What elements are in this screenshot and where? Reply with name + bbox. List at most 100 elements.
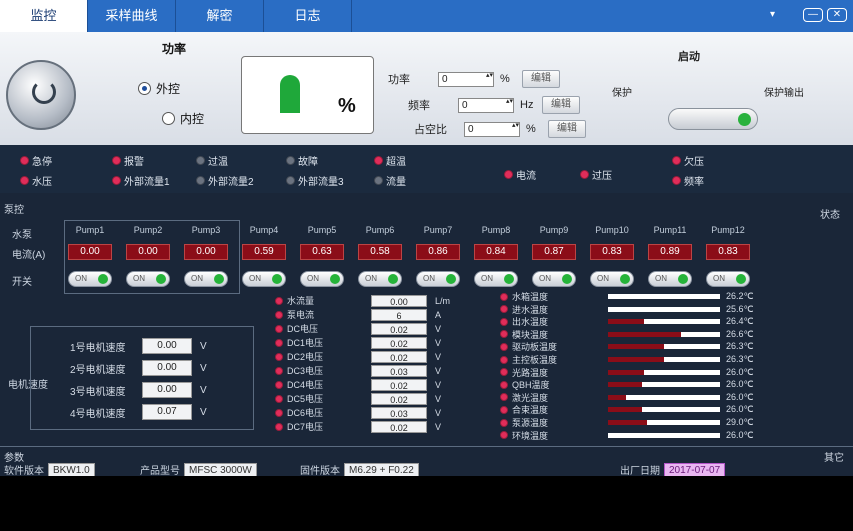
motor-speed-label: 1号电机速度 [70, 342, 126, 354]
alarm-lamp-icon [20, 156, 29, 165]
reading-value: 0.02 [371, 378, 427, 391]
pump-name-9: Pump9 [539, 225, 569, 235]
tab-decrypt[interactable]: 解密 [176, 0, 264, 32]
reading-row: DC6电压 0.03 V [275, 406, 455, 419]
reading-unit: V [435, 379, 442, 390]
temperature-bar [608, 432, 720, 438]
pump-switch-7[interactable]: ON [416, 271, 460, 287]
close-button[interactable]: ✕ [827, 8, 847, 22]
temperature-row: 泵源温度 29.0℃ [500, 416, 770, 429]
light-external-flow-3: 外部流量3 [286, 173, 344, 188]
temperature-name: 驱动板温度 [512, 342, 558, 353]
reading-row: DC7电压 0.02 V [275, 420, 455, 433]
motor-speed-row: 4号电机速度 0.07 V [70, 404, 207, 420]
reading-value: 0.02 [371, 392, 427, 405]
tab-monitor[interactable]: 监控 [0, 0, 88, 32]
reading-value: 0.03 [371, 406, 427, 419]
tab-sampling-curve[interactable]: 采样曲线 [88, 0, 176, 32]
radio-internal-label: 内控 [180, 112, 205, 126]
power-setting-input[interactable]: 0 [438, 71, 494, 87]
firmware-version-label: 固件版本 [300, 466, 340, 477]
pump-switch-2[interactable]: ON [126, 271, 170, 287]
temperature-bar [608, 306, 720, 312]
start-toggle[interactable] [668, 108, 758, 130]
alarm-lamp-icon [672, 176, 681, 185]
temperature-bar [608, 344, 720, 350]
temperature-value: 26.2℃ [726, 291, 754, 301]
pump-current-9: 0.87 [532, 244, 576, 260]
motor-speed-label: 3号电机速度 [70, 386, 126, 398]
power-gauge: % [241, 56, 374, 134]
edit-duty-cycle-button[interactable]: 编辑 [548, 120, 586, 138]
temperature-bar-fill [608, 407, 642, 413]
dropdown-arrow-icon[interactable]: ▾ [770, 9, 775, 20]
edit-power-button[interactable]: 编辑 [522, 70, 560, 88]
temperature-row: QBH温度 26.0℃ [500, 378, 770, 391]
temperature-name: QBH温度 [512, 380, 550, 391]
temperature-bar [608, 382, 720, 388]
pump-switch-10[interactable]: ON [590, 271, 634, 287]
reading-row: 水流量 0.00 L/m [275, 294, 455, 307]
firmware-version: 固件版本 M6.29 + F0.22 [300, 462, 419, 477]
temperature-name: 模块温度 [512, 329, 549, 340]
temperature-name: 水箱温度 [512, 292, 549, 302]
temperature-value: 26.0℃ [726, 404, 754, 415]
temperature-row: 进水温度 25.6℃ [500, 303, 770, 316]
pump-switch-5[interactable]: ON [300, 271, 344, 287]
light-emergency-stop: 急停 [20, 153, 52, 168]
pump-current-11: 0.89 [648, 244, 692, 260]
power-setting-unit: % [500, 73, 510, 85]
product-model-label: 产品型号 [140, 466, 180, 477]
temperature-bar-fill [608, 344, 664, 350]
pump-switch-3[interactable]: ON [184, 271, 228, 287]
reading-value: 0.02 [371, 322, 427, 335]
temperature-name: 出水温度 [512, 317, 549, 328]
idle-lamp-icon [374, 176, 383, 185]
pump-name-5: Pump5 [307, 225, 337, 235]
reading-unit: V [435, 393, 442, 404]
tab-log[interactable]: 日志 [264, 0, 352, 32]
temperature-value: 26.3℃ [726, 354, 754, 364]
frequency-setting-row: 频率 0 Hz 编辑 [408, 96, 580, 114]
frequency-setting-unit: Hz [520, 99, 534, 111]
pump-current-3: 0.00 [184, 244, 228, 260]
reading-unit: V [435, 351, 442, 362]
pump-current-1: 0.00 [68, 244, 112, 260]
pump-switch-11[interactable]: ON [648, 271, 692, 287]
pump-name-1: Pump1 [75, 225, 105, 235]
pump-name-10: Pump10 [595, 225, 629, 235]
alarm-lamp-icon [275, 352, 283, 361]
radio-external-control[interactable]: 外控 [138, 80, 180, 97]
radio-internal-control[interactable]: 内控 [162, 110, 204, 127]
alarm-lamp-icon [275, 296, 283, 305]
reading-name: DC2电压 [287, 352, 324, 362]
pump-current-10: 0.83 [590, 244, 634, 260]
temperature-bar [608, 357, 720, 362]
reading-unit: V [435, 365, 442, 376]
pump-name-6: Pump6 [365, 225, 395, 235]
pump-name-3: Pump3 [191, 225, 221, 235]
manufacture-date-label: 出厂日期 [620, 466, 660, 477]
reading-unit: L/m [435, 295, 451, 306]
power-gauge-bar [280, 75, 300, 113]
frequency-setting-input[interactable]: 0 [458, 97, 514, 113]
pump-switch-9[interactable]: ON [532, 271, 576, 287]
pump-switch-12[interactable]: ON [706, 271, 750, 287]
pump-name-11: Pump11 [653, 225, 687, 235]
pump-switch-1[interactable]: ON [68, 271, 112, 287]
reading-value: 0.02 [371, 420, 427, 433]
duty-cycle-setting-input[interactable]: 0 [464, 121, 520, 137]
motor-speed-unit: V [200, 384, 207, 396]
pump-name-4: Pump4 [249, 225, 279, 235]
minimize-button[interactable]: — [803, 8, 823, 22]
power-switch-icon[interactable] [6, 60, 76, 130]
pump-switch-4[interactable]: ON [242, 271, 286, 287]
reading-row: DC1电压 0.02 V [275, 336, 455, 349]
product-model: 产品型号 MFSC 3000W [140, 462, 257, 477]
pump-current-2: 0.00 [126, 244, 170, 260]
firmware-version-value: M6.29 + F0.22 [344, 462, 419, 477]
edit-frequency-button[interactable]: 编辑 [542, 96, 580, 114]
temperature-row: 光路温度 26.0℃ [500, 366, 770, 379]
pump-switch-6[interactable]: ON [358, 271, 402, 287]
pump-switch-8[interactable]: ON [474, 271, 518, 287]
